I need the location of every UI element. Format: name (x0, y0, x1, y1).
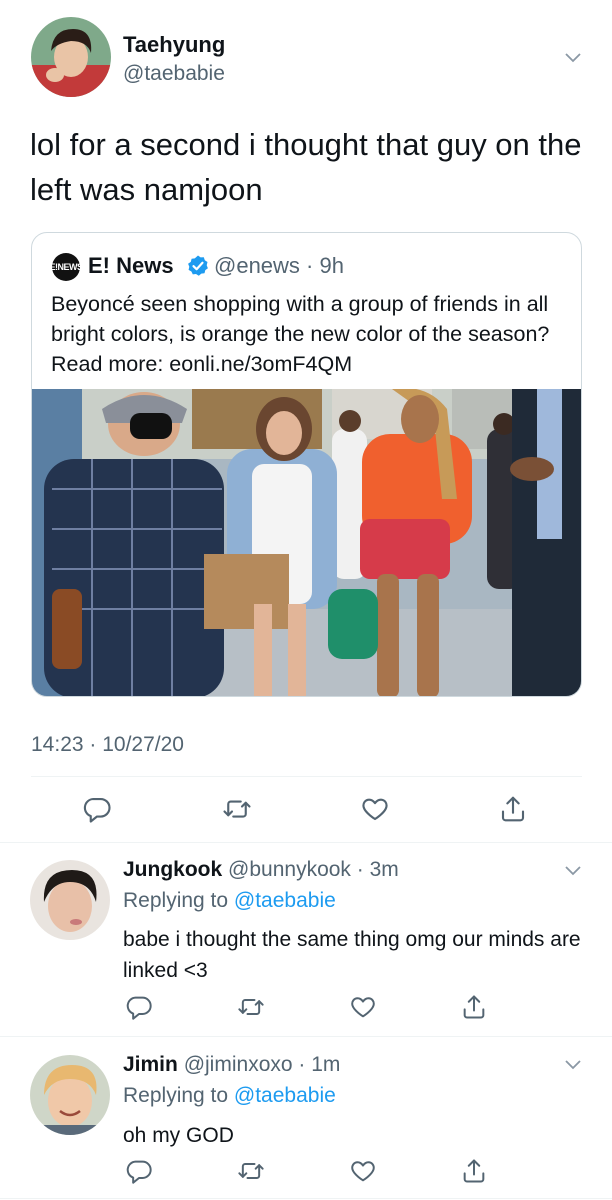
share-icon[interactable] (460, 993, 490, 1023)
jungkook-avatar[interactable] (30, 860, 110, 940)
retweet-icon[interactable] (237, 1157, 267, 1187)
reply-author[interactable]: Jimin @jiminxoxo · 1m (123, 1053, 340, 1077)
replying-to-mention[interactable]: @taebabie (234, 1084, 336, 1107)
tweet-timestamp[interactable]: 14:23 · 10/27/20 (31, 733, 184, 757)
chevron-down-icon[interactable] (565, 53, 581, 63)
retweet-icon[interactable] (222, 794, 252, 824)
author-name[interactable]: Taehyung (123, 32, 225, 58)
reply-handle-time[interactable]: @jiminxoxo · 1m (184, 1053, 341, 1076)
verified-badge-icon (186, 254, 210, 278)
divider (0, 842, 612, 843)
replying-to: Replying to @taebabie (123, 1084, 336, 1108)
reply-icon[interactable] (82, 794, 112, 824)
author-handle[interactable]: @taebabie (123, 62, 225, 86)
reply-author[interactable]: Jungkook @bunnykook · 3m (123, 858, 399, 882)
chevron-down-icon[interactable] (565, 866, 581, 876)
reply-icon[interactable] (125, 1157, 155, 1187)
quoted-tweet-photo[interactable] (32, 387, 581, 696)
reply-author-name[interactable]: Jimin (123, 1053, 178, 1076)
reply-author-name[interactable]: Jungkook (123, 858, 222, 881)
taehyung-avatar[interactable] (31, 17, 111, 97)
quoted-author-name[interactable]: E! News (88, 253, 174, 279)
chevron-down-icon[interactable] (565, 1060, 581, 1070)
divider (31, 776, 582, 777)
replying-to-label: Replying to (123, 1084, 234, 1107)
reply-icon[interactable] (125, 993, 155, 1023)
reply-text: babe i thought the same thing omg our mi… (123, 928, 581, 982)
tweet-text: lol for a second i thought that guy on t… (30, 127, 582, 207)
replying-to-label: Replying to (123, 889, 234, 912)
share-icon[interactable] (498, 794, 528, 824)
retweet-icon[interactable] (237, 993, 267, 1023)
quoted-handle-time[interactable]: @enews · 9h (214, 253, 344, 279)
like-icon[interactable] (349, 1157, 379, 1187)
jimin-avatar[interactable] (30, 1055, 110, 1135)
quoted-tweet-text: Beyoncé seen shopping with a group of fr… (51, 292, 550, 376)
enews-logo[interactable]: E!NEWS (50, 253, 83, 281)
divider (0, 1036, 612, 1037)
share-icon[interactable] (460, 1157, 490, 1187)
replying-to-mention[interactable]: @taebabie (234, 889, 336, 912)
divider (0, 1198, 612, 1199)
reply-handle-time[interactable]: @bunnykook · 3m (228, 858, 399, 881)
reply-text: oh my GOD (123, 1124, 234, 1147)
like-icon[interactable] (349, 993, 379, 1023)
quoted-tweet-card[interactable]: E!NEWS E! News @enews · 9h Beyoncé seen … (31, 232, 582, 697)
like-icon[interactable] (360, 794, 390, 824)
replying-to: Replying to @taebabie (123, 889, 336, 913)
